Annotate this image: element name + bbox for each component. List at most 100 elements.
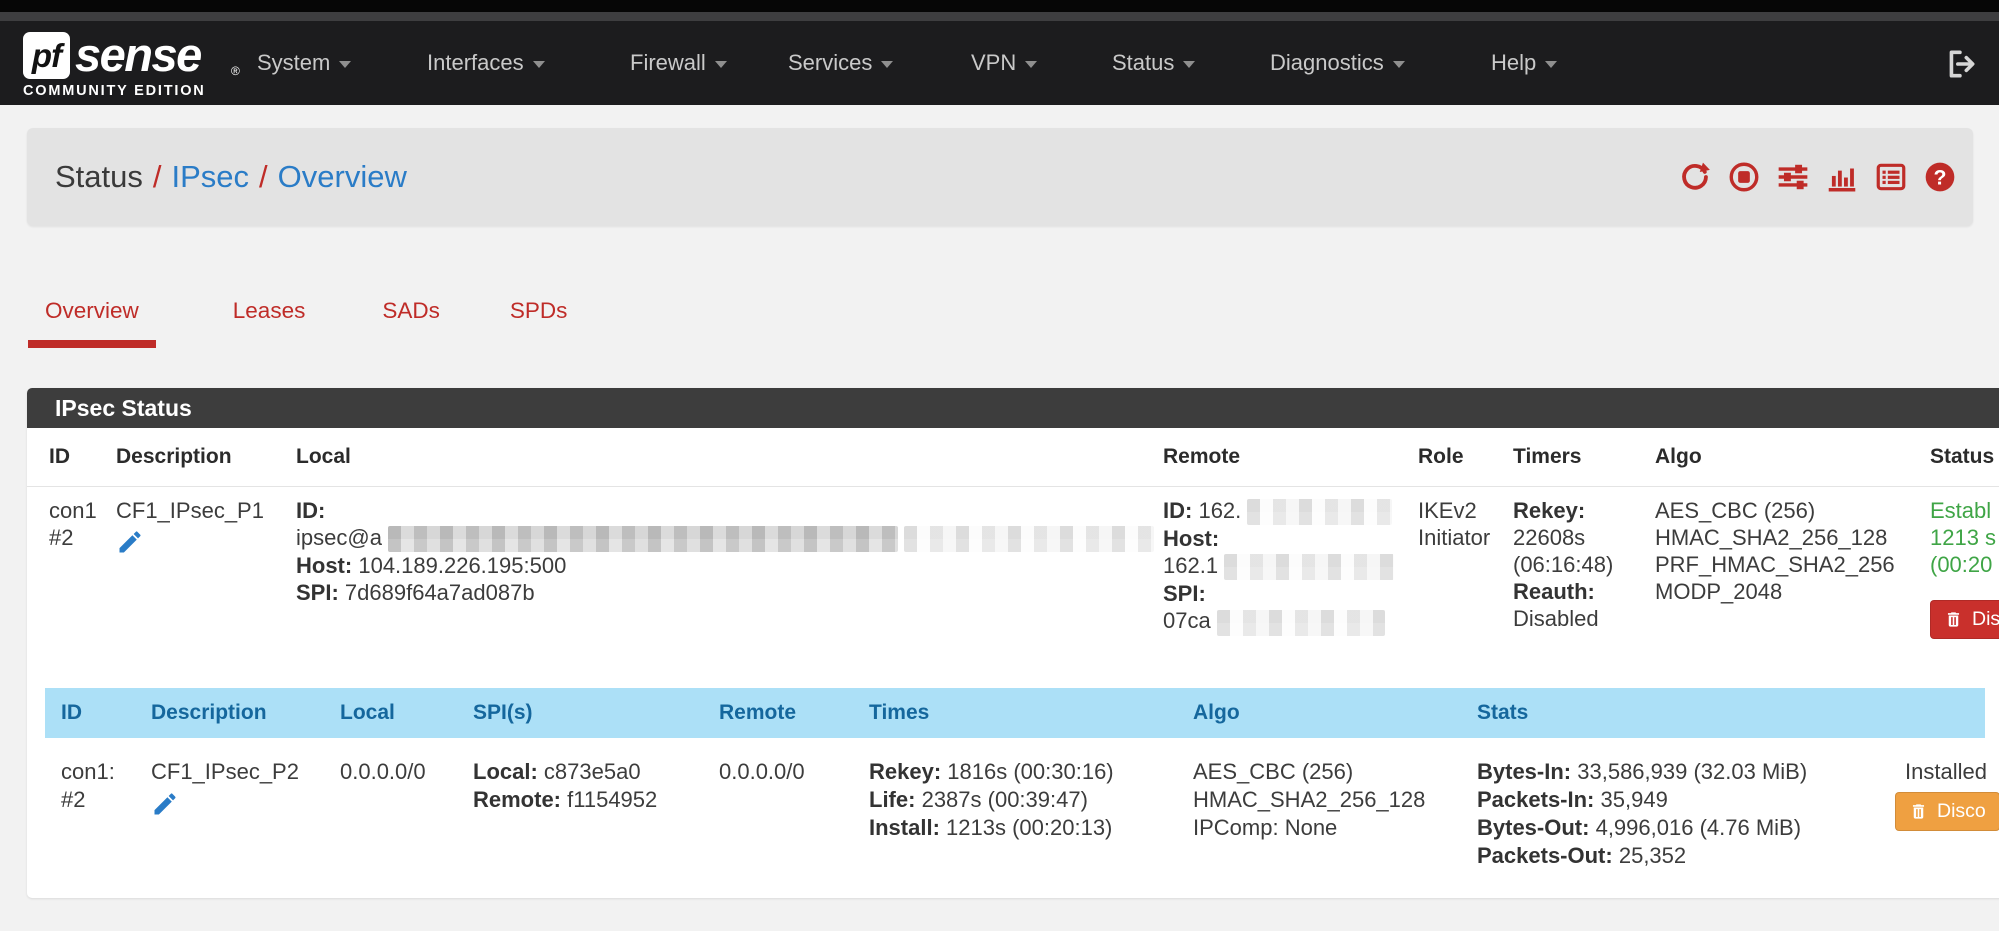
status-time: (00:20 [1930,551,1999,578]
tab-spds[interactable]: SPDs [493,292,585,348]
breadcrumb-bar: Status/IPsec/Overview ? [27,128,1973,226]
nav-menu-interfaces[interactable]: Interfaces [427,21,545,105]
rekey-seconds: 22608s [1513,524,1655,551]
chevron-down-icon [1183,61,1195,68]
column-header-local: Local [296,445,1163,469]
sign-out-icon[interactable] [1944,47,1978,81]
child-id-line2: #2 [61,786,151,814]
ipsec-status-panel: IPsec Status ID Description Local Remote… [27,388,1999,898]
breadcrumb-link-ipsec[interactable]: IPsec [172,159,250,194]
rekey-value: 1816s (00:30:16) [947,759,1113,784]
disconnect-button-label: Disco [1937,800,1986,823]
nav-menu-diagnostics[interactable]: Diagnostics [1270,21,1405,105]
chevron-down-icon [1025,61,1037,68]
rekey-label: Rekey: [1513,497,1655,524]
child-status-text: Installed [1895,758,1999,786]
list-icon[interactable] [1874,160,1908,194]
tab-leases[interactable]: Leases [216,292,323,348]
nav-menu-help[interactable]: Help [1491,21,1557,105]
bytes-out-value: 4,996,016 (4.76 MiB) [1596,815,1801,840]
nav-menu-interfaces-label: Interfaces [427,50,524,75]
breadcrumb-separator: / [143,159,172,194]
algo-encryption: AES_CBC (256) [1655,497,1930,524]
local-id-label: ID: [296,497,1163,524]
chevron-down-icon [533,61,545,68]
breadcrumb-section: Status [55,159,143,194]
life-label: Life: [869,787,915,812]
child-description: CF1_IPsec_P2 [151,758,340,786]
help-icon[interactable]: ? [1923,160,1957,194]
page-action-icons: ? [1678,128,1957,226]
ike-local-cell: ID: ipsec@a Host: 104.189.226.195:500 SP… [296,497,1163,639]
local-host-label: Host: [296,553,352,578]
remote-id-label: ID: [1163,498,1192,523]
refresh-icon[interactable] [1678,160,1712,194]
ike-algo-cell: AES_CBC (256) HMAC_SHA2_256_128 PRF_HMAC… [1655,497,1930,639]
nav-menu-status[interactable]: Status [1112,21,1195,105]
chevron-down-icon [339,61,351,68]
breadcrumb-link-overview[interactable]: Overview [278,159,407,194]
ike-timers-cell: Rekey: 22608s (06:16:48) Reauth: Disable… [1513,497,1655,639]
svg-text:?: ? [1934,165,1947,189]
column-header-id: ID [27,445,116,469]
column-header-spis: SPI(s) [473,688,719,738]
redacted-blur [904,526,1154,552]
status-seconds: 1213 s [1930,524,1999,551]
child-table-header: ID Description Local SPI(s) Remote Times… [45,688,1985,738]
edit-pencil-icon[interactable] [116,528,146,558]
redacted-blur [1217,610,1385,636]
panel-bottom-padding [27,884,1999,898]
pfsense-logo-box: pf [23,32,70,79]
spi-local-label: Local: [473,759,538,784]
child-spis-cell: Local: c873e5a0 Remote: f1154952 [473,758,719,870]
child-algo-cell: AES_CBC (256) HMAC_SHA2_256_128 IPComp: … [1193,758,1477,870]
edit-pencil-icon[interactable] [151,790,181,820]
child-local-cell: 0.0.0.0/0 [340,758,473,870]
column-header-description: Description [116,445,296,469]
ike-status-cell: Establ 1213 s (00:20 Dis [1930,497,1999,639]
panel-title: IPsec Status [27,388,1999,428]
algo-encryption: AES_CBC (256) [1193,758,1477,786]
nav-menu-help-label: Help [1491,50,1536,75]
redacted-blur [1224,554,1394,580]
child-sa-table: ID Description Local SPI(s) Remote Times… [45,688,1999,884]
bytes-in-value: 33,586,939 (32.03 MiB) [1577,759,1807,784]
nav-menu-services[interactable]: Services [788,21,893,105]
chart-bar-icon[interactable] [1825,160,1859,194]
ike-id-cell: con1 #2 [27,497,116,639]
column-header-remote: Remote [1163,445,1418,469]
column-header-id: ID [45,688,151,738]
nav-menu-system[interactable]: System [257,21,351,105]
status-established: Establ [1930,497,1999,524]
pfsense-logo[interactable]: pf sense ® COMMUNITY EDITION [23,30,283,100]
logo-registered-mark: ® [231,64,240,78]
disconnect-button[interactable]: Disco [1895,792,1999,831]
logo-pf-text: pf [32,37,61,75]
spi-local-value: c873e5a0 [544,759,641,784]
child-times-cell: Rekey: 1816s (00:30:16) Life: 2387s (00:… [869,758,1193,870]
table-row: con1 #2 CF1_IPsec_P1 ID: ipsec@a Host: 1… [27,487,1999,653]
remote-id-value: 162. [1198,498,1241,523]
nav-menu-vpn-label: VPN [971,50,1016,75]
tab-sads[interactable]: SADs [365,292,457,348]
window-top-strip [0,0,1999,12]
nav-menu-vpn[interactable]: VPN [971,21,1037,105]
tab-overview[interactable]: Overview [28,292,156,348]
chevron-down-icon [1393,61,1405,68]
nav-menu-diagnostics-label: Diagnostics [1270,50,1384,75]
trash-icon [1909,801,1928,822]
ipsec-tabs: Overview Leases SADs SPDs [28,292,584,348]
top-navbar: pf sense ® COMMUNITY EDITION System Inte… [0,21,1999,105]
ike-id-line1: con1 [49,497,116,524]
sliders-icon[interactable] [1776,160,1810,194]
packets-in-value: 35,949 [1601,787,1668,812]
nav-menu-firewall[interactable]: Firewall [630,21,727,105]
disconnect-button[interactable]: Dis [1930,600,1999,639]
breadcrumb: Status/IPsec/Overview [55,128,407,226]
install-value: 1213s (00:20:13) [946,815,1112,840]
child-id-cell: con1: #2 [45,758,151,870]
remote-host-label: Host: [1163,525,1418,552]
stop-circle-icon[interactable] [1727,160,1761,194]
role-version: IKEv2 [1418,497,1513,524]
chevron-down-icon [881,61,893,68]
